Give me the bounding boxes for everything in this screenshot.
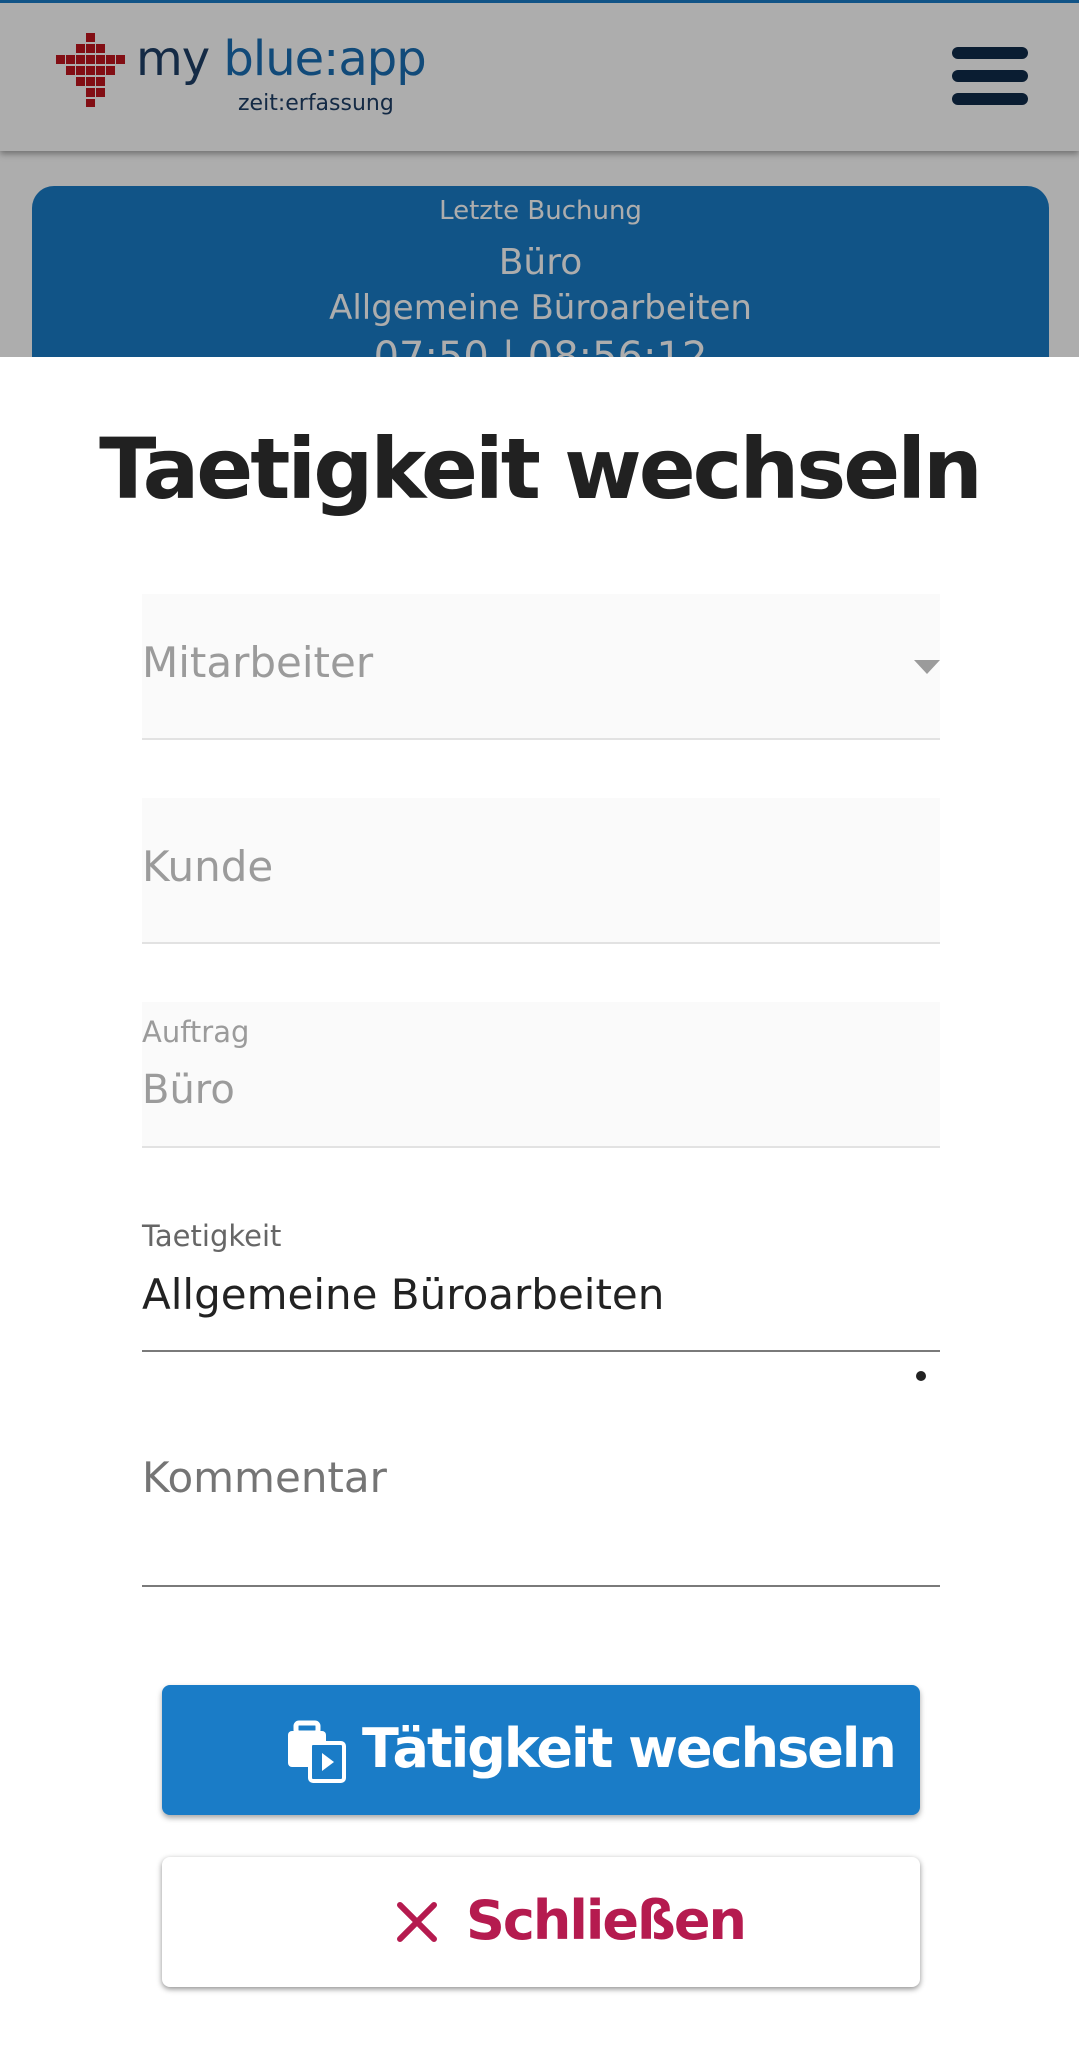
- modal-title: Taetigkeit wechseln: [99, 420, 983, 518]
- close-x-icon: [397, 1902, 437, 1942]
- auftrag-label: Auftrag: [142, 1015, 250, 1049]
- kommentar-textarea[interactable]: Kommentar: [142, 1413, 940, 1587]
- auftrag-value: Büro: [142, 1067, 235, 1113]
- close-button[interactable]: Schließen: [162, 1857, 920, 1987]
- dropdown-caret-icon: [914, 660, 940, 674]
- briefcase-switch-icon: [288, 1720, 346, 1783]
- taetigkeit-field[interactable]: Taetigkeit Allgemeine Büroarbeiten: [142, 1206, 940, 1352]
- modal-backdrop[interactable]: [0, 0, 1079, 357]
- close-label: Schließen: [466, 1889, 747, 1952]
- switch-activity-button[interactable]: Tätigkeit wechseln: [162, 1685, 920, 1815]
- field-indicator-dot: [916, 1371, 926, 1381]
- mitarbeiter-select[interactable]: Mitarbeiter: [142, 594, 940, 740]
- kunde-placeholder: Kunde: [142, 842, 274, 891]
- taetigkeit-label: Taetigkeit: [142, 1219, 282, 1253]
- kunde-field[interactable]: Kunde: [142, 798, 940, 944]
- auftrag-field[interactable]: Auftrag Büro: [142, 1002, 940, 1148]
- kommentar-placeholder: Kommentar: [142, 1453, 387, 1502]
- switch-activity-label: Tätigkeit wechseln: [362, 1717, 897, 1780]
- taetigkeit-value: Allgemeine Büroarbeiten: [142, 1270, 665, 1319]
- mitarbeiter-placeholder: Mitarbeiter: [142, 638, 374, 687]
- switch-activity-modal: Taetigkeit wechseln Mitarbeiter Kunde Au…: [0, 357, 1079, 2050]
